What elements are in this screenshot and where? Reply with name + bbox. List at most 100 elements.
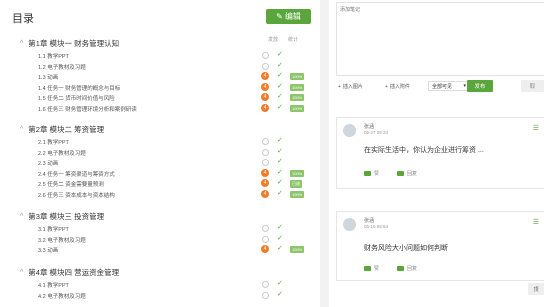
release-circle-icon[interactable] — [262, 159, 269, 167]
lesson-row[interactable]: 2.2 电子教材及习题 ✓ — [38, 148, 318, 157]
lesson-label: 1.3 动画 — [38, 73, 58, 81]
lesson-number: 2.1 — [38, 140, 46, 146]
release-circle-icon[interactable] — [262, 62, 269, 70]
col-stats-header: 统计 — [288, 37, 299, 43]
lesson-row[interactable]: 2.4 任务一 筹资渠道与筹资方式 4 ✓ 100% — [38, 168, 318, 178]
insert-attachment-button[interactable]: + 插入附件 — [385, 83, 410, 91]
insert-image-button[interactable]: + 插入图片 — [338, 83, 363, 91]
insert-image-label: 插入图片 — [342, 84, 363, 90]
release-badge[interactable]: 4 — [261, 190, 269, 198]
visibility-select[interactable]: 全部可见 ▾ — [428, 81, 470, 91]
chapter-header[interactable]: ^ 第1章 模块一 财务管理认知 — [20, 38, 119, 49]
attachment-icon: + — [385, 83, 388, 90]
release-badge[interactable]: 4 — [261, 104, 269, 112]
post-author[interactable]: 张涵 — [364, 217, 374, 224]
lesson-row[interactable]: 1.2 电子教材及习题 ✓ — [38, 62, 318, 71]
lesson-row[interactable]: 1.4 任务一 财务管理的概念与目标 4 ✓ 100% — [38, 82, 318, 92]
cancel-button[interactable]: 取 — [521, 80, 544, 92]
publish-button[interactable]: 发布 — [467, 80, 493, 92]
lesson-row[interactable]: 1.1 教学PPT ✓ — [38, 51, 318, 60]
release-circle-icon[interactable] — [262, 52, 269, 59]
check-icon: ✓ — [277, 168, 283, 176]
release-badge[interactable]: 4 — [261, 82, 269, 91]
post-author[interactable]: 张涵 — [364, 123, 374, 130]
release-badge[interactable]: 4 — [261, 179, 269, 188]
release-badge[interactable]: 4 — [261, 93, 269, 102]
like-label: 赞 — [374, 266, 380, 272]
reply-button[interactable]: 回复 — [397, 265, 417, 272]
like-button[interactable]: 赞 — [364, 265, 379, 272]
lesson-title: 任务三 资本成本与资本结构 — [47, 193, 115, 199]
check-icon: ✓ — [277, 72, 283, 80]
post-card: 张涵 05-16 08:54 ☰ 财务风险大小问题如何判断 赞 回复 — [336, 211, 544, 281]
image-icon: + — [338, 83, 341, 90]
lesson-row[interactable]: 3.3 动画 4 ✓ 100% — [38, 245, 318, 254]
release-circle-icon[interactable] — [262, 291, 269, 299]
stats-badge[interactable]: 已放 — [290, 180, 302, 189]
like-button[interactable]: 赞 — [364, 170, 379, 177]
check-icon: ✓ — [277, 245, 283, 253]
avatar[interactable] — [343, 218, 356, 231]
chevron-up-icon[interactable]: ^ — [20, 213, 23, 220]
chapter-header[interactable]: ^ 第3章 模块三 投资管理 — [20, 211, 104, 222]
stats-badge[interactable]: 100% — [290, 191, 305, 198]
lesson-label: 1.5 任务二 货币时间价值与风险 — [38, 94, 115, 102]
lesson-row[interactable]: 3.2 电子教材及习题 ✓ — [38, 235, 318, 244]
post-actions: 赞 回复 — [364, 170, 417, 177]
lesson-row[interactable]: 1.5 任务二 货币时间价值与风险 4 ✓ 100% — [38, 93, 318, 102]
lesson-row[interactable]: 2.5 任务二 资金需要量预测 4 ✓ 已放 — [38, 179, 318, 189]
lesson-row[interactable]: 1.6 任务三 财务管理环境分析和案例研读 4 ✓ 100% — [38, 104, 318, 113]
check-icon: ✓ — [277, 224, 283, 231]
more-menu-icon[interactable]: ☰ — [533, 124, 539, 132]
lesson-row[interactable]: 4.1 教学PPT ✓ — [38, 280, 318, 289]
reply-icon — [397, 171, 405, 176]
lesson-row[interactable]: 4.2 电子教材及习题 ✓ — [38, 291, 318, 300]
post-content[interactable]: 财务风险大小问题如何判断 — [364, 243, 448, 253]
note-textarea[interactable] — [337, 3, 543, 69]
lesson-number: 1.4 — [38, 85, 46, 92]
release-circle-icon[interactable] — [262, 225, 269, 232]
stats-badge[interactable]: 100% — [290, 83, 305, 91]
back-to-top-button[interactable]: 顶 — [528, 283, 544, 295]
avatar[interactable] — [343, 124, 356, 137]
stats-badge[interactable]: 100% — [290, 169, 305, 177]
lesson-row[interactable]: 3.1 教学PPT ✓ — [38, 224, 318, 233]
lesson-row[interactable]: 2.6 任务三 资本成本与资本结构 4 ✓ 100% — [38, 190, 318, 199]
release-circle-icon[interactable] — [262, 148, 269, 156]
lesson-label: 2.5 任务二 资金需要量预测 — [38, 180, 104, 188]
reply-label: 回复 — [407, 266, 418, 272]
edit-button[interactable]: ✎ 编辑 — [266, 9, 311, 24]
chapter-header[interactable]: ^ 第2章 模块二 筹资管理 — [20, 124, 104, 135]
check-icon: ✓ — [277, 190, 283, 197]
stats-badge[interactable]: 100% — [290, 246, 305, 254]
lesson-number: 1.2 — [38, 64, 46, 71]
chapter-header[interactable]: ^ 第4章 模块四 营运资金管理 — [20, 267, 119, 278]
lesson-title: 动画 — [47, 161, 59, 168]
check-icon: ✓ — [277, 82, 283, 90]
chevron-up-icon[interactable]: ^ — [20, 126, 23, 133]
lesson-label: 1.6 任务三 财务管理环境分析和案例研读 — [38, 105, 137, 113]
lesson-number: 1.3 — [38, 75, 46, 82]
more-menu-icon[interactable]: ☰ — [533, 218, 539, 226]
release-circle-icon[interactable] — [262, 138, 269, 145]
stats-badge[interactable]: 100% — [290, 73, 305, 81]
lesson-row[interactable]: 2.3 动画 ✓ — [38, 158, 318, 168]
lesson-title: 教学PPT — [47, 227, 69, 233]
lesson-row[interactable]: 2.1 教学PPT ✓ — [38, 137, 318, 146]
lesson-title: 动画 — [47, 75, 59, 82]
note-editor[interactable] — [336, 2, 544, 76]
release-badge[interactable]: 4 — [261, 245, 269, 254]
release-circle-icon[interactable] — [262, 235, 269, 243]
lesson-number: 1.5 — [38, 96, 46, 103]
chevron-up-icon[interactable]: ^ — [20, 269, 23, 276]
chevron-up-icon[interactable]: ^ — [20, 40, 23, 47]
release-badge[interactable]: 4 — [261, 168, 269, 177]
reply-button[interactable]: 回复 — [397, 170, 417, 177]
stats-badge[interactable]: 100% — [290, 94, 305, 102]
post-content[interactable]: 在实际生活中，你认为企业进行筹资 ... — [364, 145, 484, 155]
stats-badge[interactable]: 100% — [290, 105, 305, 112]
panel-divider — [320, 0, 329, 307]
release-badge[interactable]: 4 — [261, 72, 269, 81]
lesson-row[interactable]: 1.3 动画 4 ✓ 100% — [38, 72, 318, 81]
release-circle-icon[interactable] — [262, 281, 269, 288]
